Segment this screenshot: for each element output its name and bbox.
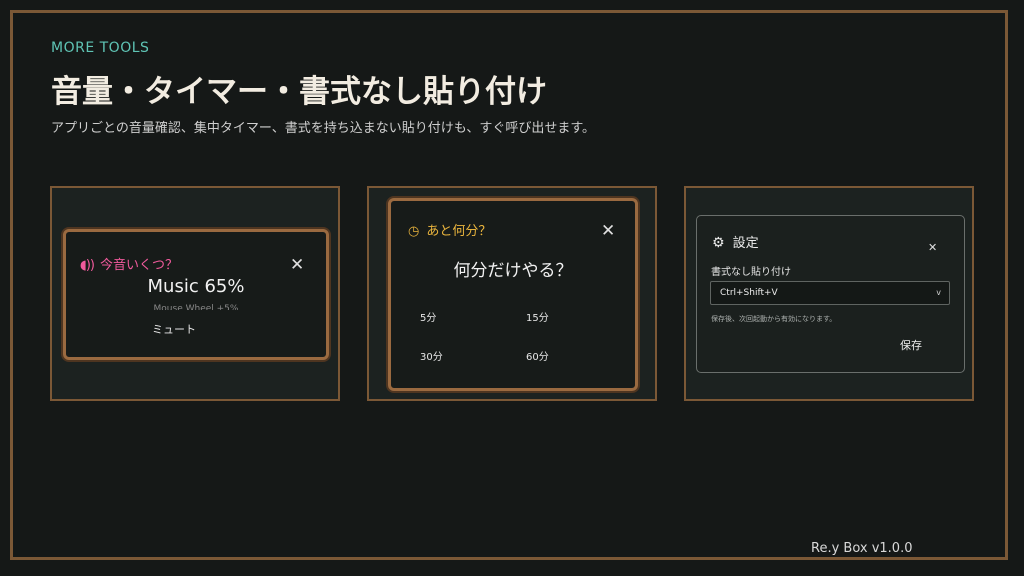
plain-paste-label: 書式なし貼り付け xyxy=(711,267,791,278)
speaker-icon: ◖)) xyxy=(80,258,95,273)
shortcut-value: Ctrl+Shift+V xyxy=(720,288,778,298)
save-button[interactable]: 保存 xyxy=(900,337,922,353)
now-playing-volume: Music 65% xyxy=(147,276,245,297)
settings-title: 設定 xyxy=(732,236,759,251)
timer-card: ◷ あと何分？ ✕ 何分だけやる？ 5分 15分 30分 60分 xyxy=(367,186,657,401)
page-subtitle: アプリごとの音量確認、集中タイマー、書式を持ち込まない貼り付けも、すぐ呼び出せま… xyxy=(51,121,596,136)
settings-header: ⚙ 設定 xyxy=(712,232,759,251)
volume-card: ◖)) 今音いくつ？ ✕ Music 65% Mouse Wheel +5% ミュ… xyxy=(50,186,340,401)
volume-popup: ◖)) 今音いくつ？ ✕ Music 65% Mouse Wheel +5% ミュ… xyxy=(63,229,329,360)
app-version: Re.y Box v1.0.0 xyxy=(811,541,913,556)
close-icon[interactable]: ✕ xyxy=(601,223,615,240)
volume-popup-title: 今音いくつ？ xyxy=(100,258,179,273)
timer-option-5[interactable]: 5分 xyxy=(420,309,436,324)
shortcut-select[interactable]: Ctrl+Shift+V v xyxy=(710,281,950,305)
clock-icon: ◷ xyxy=(408,224,420,239)
volume-popup-header: ◖)) 今音いくつ？ xyxy=(80,254,178,273)
timer-option-30[interactable]: 30分 xyxy=(420,348,443,363)
timer-option-60[interactable]: 60分 xyxy=(526,348,549,363)
close-icon[interactable]: ✕ xyxy=(928,242,937,253)
mute-button[interactable]: ミュート xyxy=(152,321,196,337)
settings-card: ⚙ 設定 ✕ 書式なし貼り付け Ctrl+Shift+V v 保存後、次回起動から… xyxy=(684,186,974,401)
mouse-wheel-hint: Mouse Wheel +5% xyxy=(153,304,239,310)
chevron-down-icon: v xyxy=(936,288,941,297)
timer-popup: ◷ あと何分？ ✕ 何分だけやる？ 5分 15分 30分 60分 xyxy=(388,198,638,391)
timer-popup-header: ◷ あと何分？ xyxy=(408,220,491,239)
timer-popup-title: あと何分？ xyxy=(426,224,492,239)
close-icon[interactable]: ✕ xyxy=(290,257,304,274)
settings-hint: 保存後、次回起動から有効になります。 xyxy=(711,315,837,323)
timer-option-15[interactable]: 15分 xyxy=(526,309,549,324)
section-eyebrow: MORE TOOLS xyxy=(51,40,150,56)
page-title: 音量・タイマー・書式なし貼り付け xyxy=(51,74,547,110)
settings-panel: ⚙ 設定 ✕ 書式なし貼り付け Ctrl+Shift+V v 保存後、次回起動から… xyxy=(696,215,965,373)
gear-icon: ⚙ xyxy=(712,235,725,251)
timer-question: 何分だけやる？ xyxy=(453,261,573,281)
